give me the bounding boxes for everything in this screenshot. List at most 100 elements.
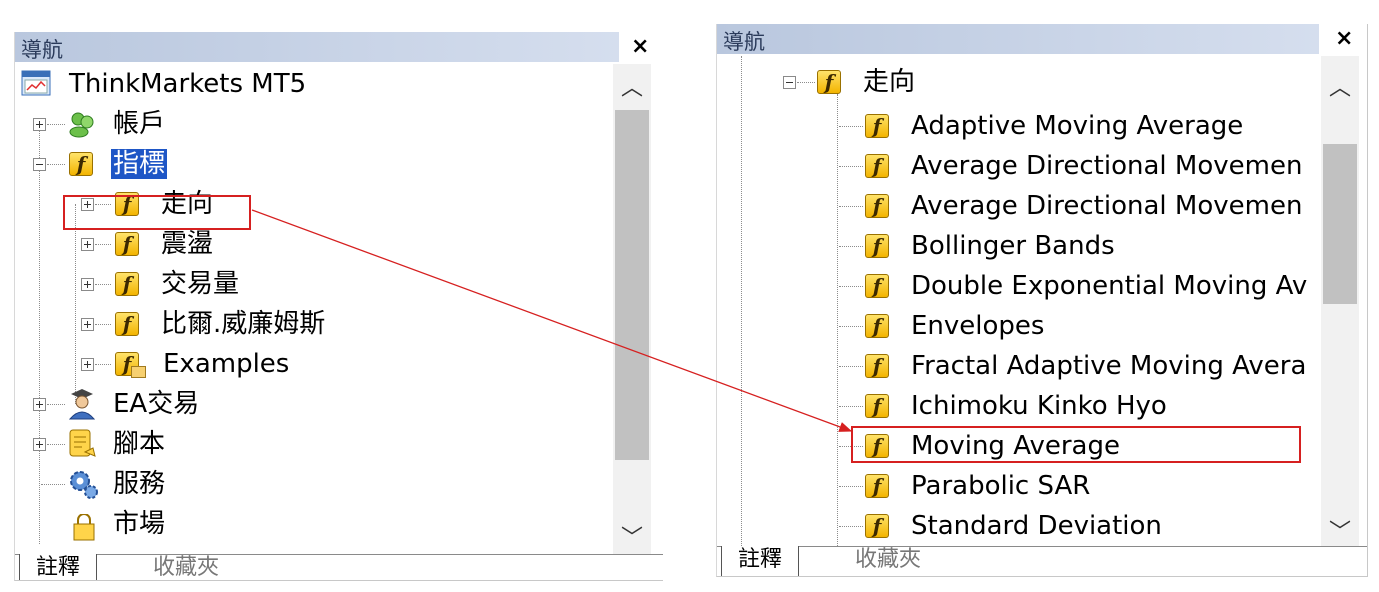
indicator-icon: f [865,314,889,338]
expand-icon[interactable] [81,358,94,371]
scroll-up-icon[interactable]: ︿ [613,70,651,102]
navigator-title: 導航 [21,38,63,62]
tree-label: 比爾.威廉姆斯 [161,309,326,339]
indicator-icon: f [817,70,841,94]
tree-node-indicator[interactable]: f Double Exponential Moving Av [717,266,1317,306]
indicator-icon: f [69,152,93,176]
tree-line [839,526,863,527]
navigator-panel-left: 導航 × ThinkMarkets MT5 帳戶 f 指標 f 走向 f 震盪 … [14,32,663,581]
tree-line [95,364,111,365]
tab-notes[interactable]: 註釋 [19,554,98,580]
tree-label: Average Directional Movemen [911,151,1303,181]
scrollbar-thumb[interactable] [1323,144,1357,304]
titlebar-background [717,24,1319,54]
tree-line [839,366,863,367]
close-button[interactable]: × [1335,26,1353,51]
collapse-icon[interactable] [33,158,46,171]
tab-favorites[interactable]: 收藏夾 [137,554,235,580]
tree-node-trend[interactable]: f 走向 [717,56,1317,97]
tree-label: Examples [163,349,290,379]
indicator-icon: f [865,234,889,258]
indicator-icon: f [865,514,889,538]
tree-label: Average Directional Movemen [911,191,1303,221]
tree-line [839,486,863,487]
tree-line [95,284,111,285]
tree-label: Fractal Adaptive Moving Avera [911,351,1307,381]
tree-label: EA交易 [113,389,200,419]
tree-node-expert-advisors[interactable]: EA交易 [15,384,605,424]
indicator-icon: f [865,474,889,498]
tree-node-indicator[interactable]: f Average Directional Movemen [717,146,1317,186]
tree-label: 服務 [113,469,166,499]
indicator-icon: f [865,154,889,178]
tree-node-indicator[interactable]: f Fractal Adaptive Moving Avera [717,346,1317,386]
tree-line [839,326,863,327]
tree-node-indicator[interactable]: f Standard Deviation [717,506,1317,546]
collapse-icon[interactable] [783,76,796,89]
folder-badge-icon [131,366,146,378]
tree-node-root[interactable]: ThinkMarkets MT5 [15,64,605,104]
indicator-icon: f [865,114,889,138]
expand-icon[interactable] [81,238,94,251]
highlight-trend [63,195,251,230]
tree-node-oscillators[interactable]: f 震盪 [15,224,605,264]
tree-line [47,444,65,445]
tree-label: 交易量 [161,269,240,299]
tree-label: 腳本 [113,429,166,459]
scroll-down-icon[interactable]: ﹀ [1321,514,1359,546]
tree-line [95,324,111,325]
tree-node-indicator[interactable]: f Ichimoku Kinko Hyo [717,386,1317,426]
vertical-scrollbar[interactable]: ︿ ﹀ [1321,56,1359,546]
tree-node-market[interactable]: 市場 [15,504,605,544]
scrollbar-thumb[interactable] [615,110,649,460]
expand-icon[interactable] [33,118,46,131]
navigator-title: 導航 [723,30,765,54]
tree-label: 市場 [113,509,166,539]
tree-node-indicator[interactable]: f Parabolic SAR [717,466,1317,506]
tree-line [47,404,65,405]
expand-icon[interactable] [33,438,46,451]
tree-node-indicator[interactable]: f Average Directional Movemen [717,186,1317,226]
tree-node-volumes[interactable]: f 交易量 [15,264,605,304]
vertical-scrollbar[interactable]: ︿ ﹀ [613,64,651,554]
tree-line [47,124,65,125]
tab-favorites[interactable]: 收藏夾 [839,546,937,576]
indicator-icon: f [865,274,889,298]
tree-line [839,406,863,407]
indicator-icon: f [115,312,139,336]
indicator-icon: f [865,394,889,418]
tree-label: 走向 [863,67,916,97]
tree-label: Adaptive Moving Average [911,111,1244,141]
terminal-icon [21,70,51,96]
bottom-tabs: 註釋 收藏夾 [15,554,663,580]
tree-line [95,244,111,245]
tree-node-bill-williams[interactable]: f 比爾.威廉姆斯 [15,304,605,344]
highlight-moving-average [851,426,1301,463]
tree-label: Envelopes [911,311,1045,341]
accounts-icon [69,112,94,138]
expand-icon[interactable] [81,318,94,331]
tree-node-indicator[interactable]: f Adaptive Moving Average [717,106,1317,146]
close-button[interactable]: × [631,34,649,59]
tree-label-wrap: 指標 [111,148,168,180]
tree-node-examples[interactable]: f Examples [15,344,605,384]
tree-node-indicators[interactable]: f 指標 [15,144,605,184]
navigator-tree: f 走向 f Adaptive Moving Average f Average… [717,56,1321,546]
tree-node-indicator[interactable]: f Bollinger Bands [717,226,1317,266]
indicator-icon: f [115,232,139,256]
indicator-icon: f [865,194,889,218]
navigator-titlebar: 導航 × [717,24,1367,54]
tree-label: Double Exponential Moving Av [911,271,1308,301]
tree-line [41,484,65,485]
tab-notes[interactable]: 註釋 [721,546,800,576]
tree-node-accounts[interactable]: 帳戶 [15,104,605,144]
market-icon [73,514,95,541]
expand-icon[interactable] [81,278,94,291]
tree-node-indicator[interactable]: f Envelopes [717,306,1317,346]
scroll-down-icon[interactable]: ﹀ [613,520,651,552]
tree-node-scripts[interactable]: 腳本 [15,424,605,464]
expand-icon[interactable] [33,398,46,411]
tree-node-services[interactable]: 服務 [15,464,605,504]
navigator-titlebar: 導航 × [15,32,663,62]
scroll-up-icon[interactable]: ︿ [1321,70,1359,102]
